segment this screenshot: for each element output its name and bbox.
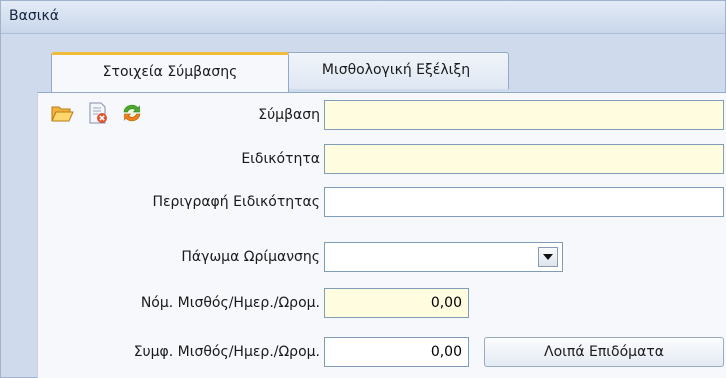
open-folder-icon[interactable] — [50, 101, 74, 125]
chevron-down-icon[interactable] — [538, 247, 558, 267]
group-header: Βασικά — [1, 1, 725, 34]
group-title: Βασικά — [9, 8, 59, 24]
tab-content-panel: Σύμβαση Ειδικότητα Περιγραφή Ειδικότητας… — [37, 92, 726, 378]
specialty-field[interactable] — [324, 144, 724, 174]
maturity-freeze-combo[interactable] — [324, 242, 563, 272]
contract-salary-field[interactable] — [324, 337, 469, 367]
legal-salary-label: Νόμ. Μισθός/Ημερ./Ωρομ. — [140, 295, 320, 311]
legal-salary-field[interactable] — [324, 288, 469, 318]
maturity-freeze-label: Πάγωμα Ωρίμανσης — [181, 249, 320, 265]
tab-strip: Μισθολογική Εξέλιξη Στοιχεία Σύμβασης — [1, 34, 725, 92]
other-allowances-button[interactable]: Λοιπά Επιδόματα — [484, 337, 724, 367]
specialty-description-label: Περιγραφή Ειδικότητας — [152, 194, 320, 210]
specialty-description-field[interactable] — [324, 187, 724, 217]
contract-label: Σύμβαση — [258, 107, 320, 123]
tab-contract-details[interactable]: Στοιχεία Σύμβασης — [51, 52, 289, 92]
delete-document-icon[interactable] — [86, 101, 110, 125]
tab-salary-progression[interactable]: Μισθολογική Εξέλιξη — [283, 52, 509, 89]
refresh-icon[interactable] — [120, 101, 144, 125]
contract-field[interactable] — [324, 100, 724, 130]
specialty-label: Ειδικότητα — [241, 151, 320, 167]
contract-salary-label: Συμφ. Μισθός/Ημερ./Ωρομ. — [133, 344, 320, 360]
main-group-frame: Βασικά Μισθολογική Εξέλιξη Στοιχεία Σύμβ… — [0, 0, 726, 378]
